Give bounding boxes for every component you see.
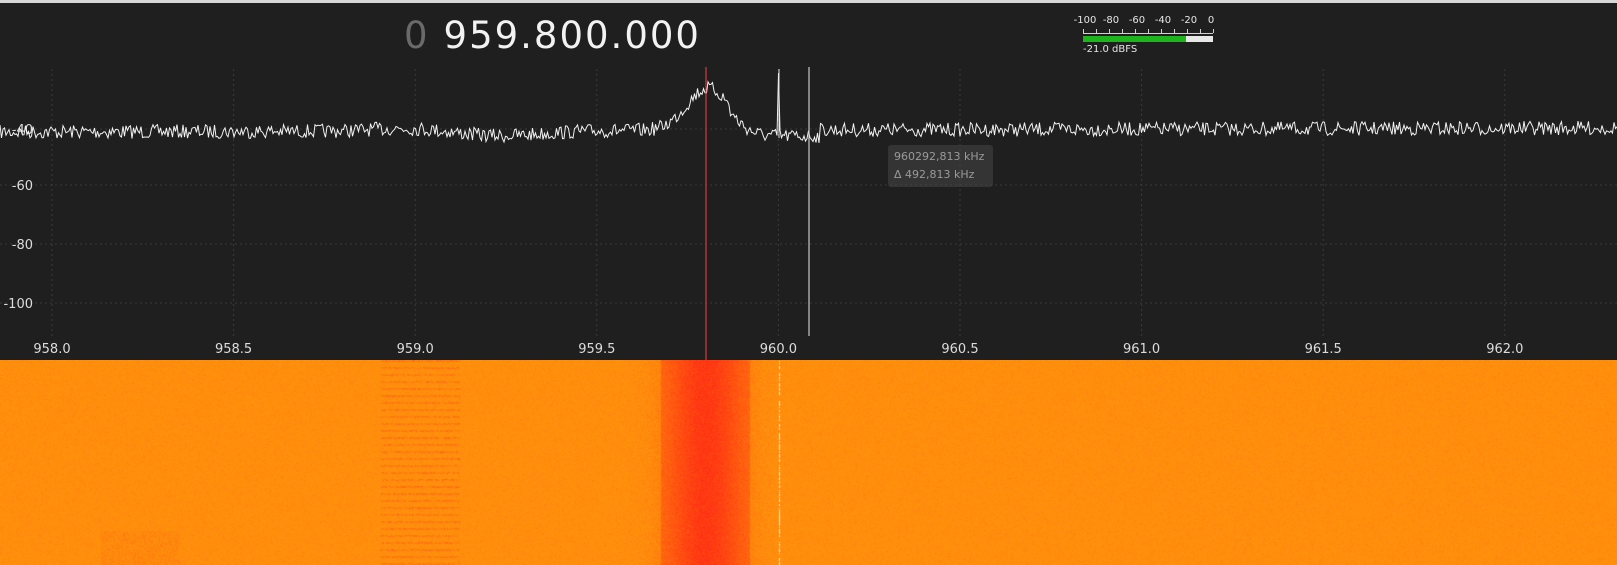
- x-tick-label: 959.0: [397, 342, 434, 357]
- y-tick-label: -60: [12, 179, 33, 194]
- x-tick-label: 962.0: [1486, 342, 1523, 357]
- x-tick-label: 960.5: [941, 342, 978, 357]
- cursor-tooltip: 960292,813 kHz Δ 492,813 kHz: [888, 145, 993, 187]
- waterfall-texture: [0, 360, 1617, 565]
- sdr-receiver-panel: 0 959.800.000 -100 -80 -60 -40 -20 0 -21.…: [0, 3, 1617, 563]
- tooltip-frequency: 960292,813 kHz: [894, 150, 984, 163]
- spectrum-x-axis: 958.0 958.5 959.0 959.5 960.0 960.5 961.0 961.5…: [33, 342, 1523, 357]
- spectrum-plot[interactable]: -40-60-80-100 958.0 958.5 959.0 959.5 960.0 9…: [0, 3, 1617, 360]
- x-tick-label: 961.5: [1305, 342, 1342, 357]
- y-tick-label: -100: [3, 297, 33, 312]
- y-tick-label: -80: [12, 238, 33, 253]
- x-tick-label: 959.5: [578, 342, 615, 357]
- x-tick-label: 958.5: [215, 342, 252, 357]
- x-tick-label: 958.0: [33, 342, 70, 357]
- x-tick-label: 960.0: [760, 342, 797, 357]
- waterfall-display[interactable]: [0, 360, 1617, 565]
- spectrum-y-axis: -40-60-80-100: [3, 123, 33, 312]
- tooltip-delta: Δ 492,813 kHz: [894, 168, 974, 181]
- x-tick-label: 961.0: [1123, 342, 1160, 357]
